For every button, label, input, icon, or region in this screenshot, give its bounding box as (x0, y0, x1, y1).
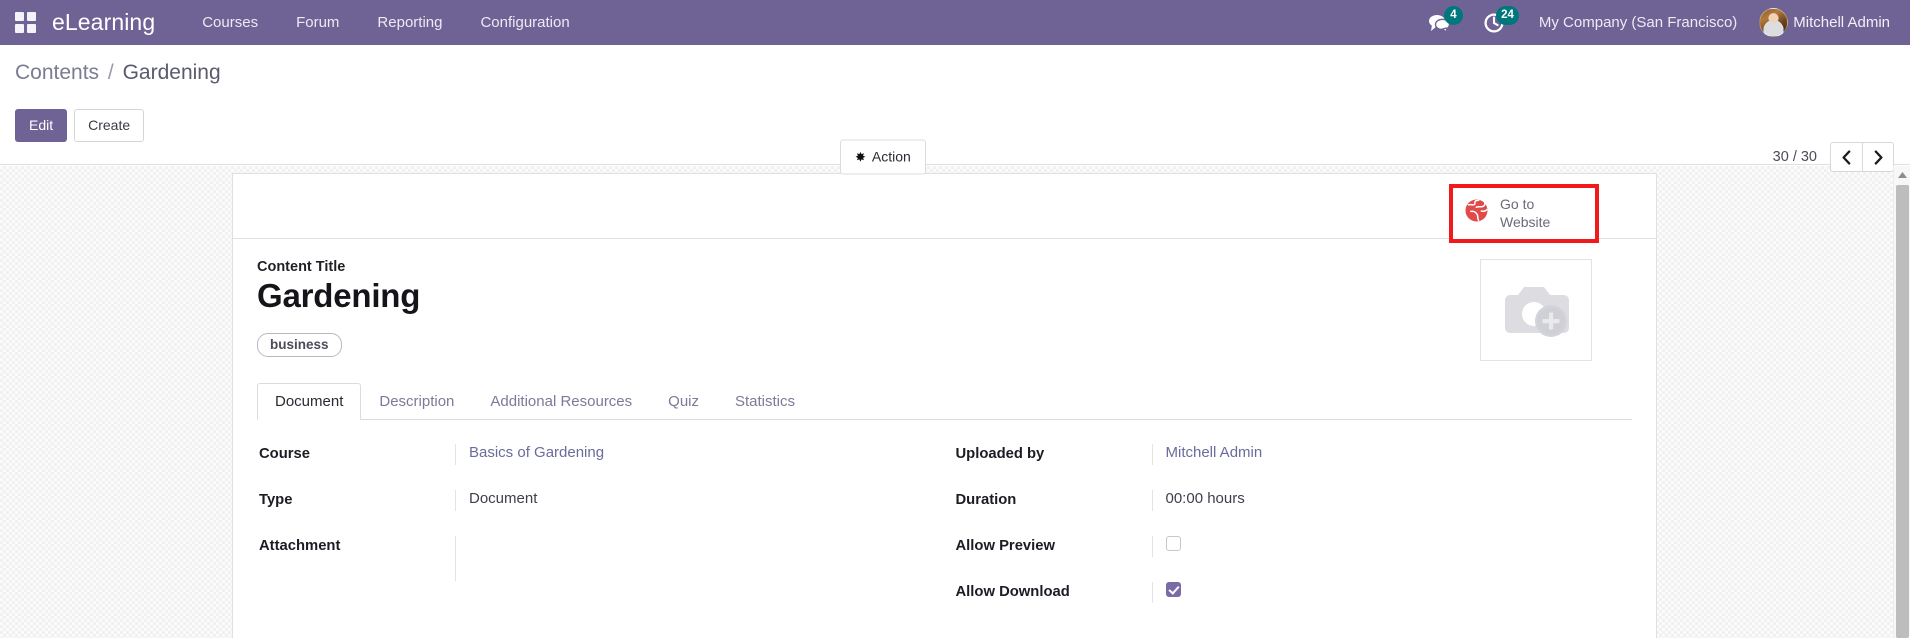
notebook-tabs: Document Description Additional Resource… (257, 383, 1632, 420)
field-allow-download-value (1151, 582, 1633, 603)
sheet-body: Content Title Gardening business Documen… (233, 239, 1656, 638)
navbar-right-tools: 4 24 My Company (San Francisco) Mitchell… (1411, 0, 1910, 45)
chevron-left-icon (1842, 149, 1851, 165)
field-allow-preview-label: Allow Preview (955, 538, 1056, 554)
document-tab-panel: Course Basics of Gardening Type Document… (257, 444, 1632, 628)
app-root: eLearning Courses Forum Reporting Config… (0, 0, 1910, 638)
menu-item-reporting[interactable]: Reporting (358, 0, 461, 45)
breadcrumb: Contents / Gardening (15, 61, 221, 85)
scroll-up-button[interactable] (1894, 166, 1910, 183)
chevron-right-icon (1874, 149, 1883, 165)
field-uploaded-by: Uploaded by Mitchell Admin (956, 444, 1633, 465)
page-title[interactable]: Gardening (257, 277, 1480, 315)
field-type-value[interactable]: Document (455, 490, 936, 511)
top-navbar: eLearning Courses Forum Reporting Config… (0, 0, 1910, 45)
apps-menu-button[interactable] (10, 0, 40, 45)
field-attachment-value[interactable] (455, 536, 936, 581)
breadcrumb-item-contents[interactable]: Contents (15, 61, 99, 84)
go-to-website-button[interactable]: Go to Website (1454, 189, 1594, 238)
action-button-label: Action (871, 148, 911, 165)
app-brand-elearning[interactable]: eLearning (48, 9, 161, 36)
breadcrumb-separator: / (107, 61, 114, 84)
record-pager: 30 / 30 (1773, 142, 1894, 172)
create-button[interactable]: Create (74, 109, 145, 142)
action-menu-wrapper: ✸ Action (840, 139, 926, 175)
pager-previous-button[interactable] (1830, 142, 1862, 172)
control-panel: Contents / Gardening Edit Create ✸ Actio… (0, 45, 1910, 175)
menu-item-courses[interactable]: Courses (183, 0, 277, 45)
tab-statistics[interactable]: Statistics (717, 383, 813, 420)
field-allow-preview: Allow Preview (956, 536, 1633, 557)
tab-description[interactable]: Description (361, 383, 472, 420)
field-attachment-label: Attachment (259, 538, 341, 554)
form-column-left: Course Basics of Gardening Type Document… (259, 444, 936, 628)
field-allow-preview-value (1151, 536, 1633, 557)
user-menu[interactable]: Mitchell Admin (1753, 0, 1898, 45)
breadcrumb-item-current: Gardening (122, 61, 221, 84)
menu-item-configuration[interactable]: Configuration (461, 0, 588, 45)
go-to-website-line1: Go to (1500, 196, 1535, 212)
main-menu: Courses Forum Reporting Configuration (183, 0, 588, 45)
field-allow-download-label: Allow Download (955, 584, 1070, 600)
field-type: Type Document (259, 490, 936, 511)
tags-row: business (257, 332, 1480, 357)
apps-grid-icon (14, 12, 36, 33)
field-course-value[interactable]: Basics of Gardening (455, 444, 936, 465)
go-to-website-label: Go to Website (1500, 195, 1550, 232)
stat-button-box: Go to Website (233, 174, 1656, 243)
go-to-website-line2: Website (1500, 214, 1551, 231)
record-action-buttons: Edit Create (15, 109, 145, 142)
title-column: Content Title Gardening business (257, 259, 1480, 357)
field-attachment: Attachment (259, 536, 936, 581)
tab-quiz[interactable]: Quiz (650, 383, 717, 420)
tag-business[interactable]: business (257, 332, 342, 357)
notebook: Document Description Additional Resource… (257, 383, 1632, 628)
field-uploaded-by-value[interactable]: Mitchell Admin (1151, 444, 1633, 465)
allow-download-checkbox[interactable] (1165, 582, 1181, 597)
form-column-right: Uploaded by Mitchell Admin Duration 00:0… (956, 444, 1633, 628)
allow-preview-checkbox[interactable] (1165, 536, 1181, 551)
pager-buttons (1830, 142, 1894, 172)
edit-button[interactable]: Edit (15, 109, 68, 142)
tab-document[interactable]: Document (257, 383, 362, 420)
field-uploaded-by-label: Uploaded by (955, 446, 1045, 462)
gear-icon: ✸ (855, 149, 866, 164)
form-sheet: Go to Website Content Title Gardening bu… (232, 173, 1657, 638)
field-allow-download: Allow Download (956, 582, 1633, 603)
pager-count-label: 30 / 30 (1772, 149, 1817, 165)
field-duration-value[interactable]: 00:00 hours (1151, 490, 1633, 511)
title-row: Content Title Gardening business (257, 259, 1632, 361)
content-title-label: Content Title (257, 259, 346, 275)
tab-additional-resources[interactable]: Additional Resources (472, 383, 650, 420)
activities-button[interactable]: 24 (1467, 0, 1523, 45)
user-name-label: Mitchell Admin (1793, 14, 1890, 31)
scroll-up-arrow-icon (1897, 171, 1907, 178)
activities-badge-count: 24 (1496, 6, 1519, 25)
content-area: Go to Website Content Title Gardening bu… (0, 166, 1910, 638)
field-course-label: Course (259, 446, 310, 462)
field-duration-label: Duration (955, 492, 1017, 508)
company-switcher[interactable]: My Company (San Francisco) (1523, 0, 1753, 45)
highlight-annotation-box: Go to Website (1449, 184, 1599, 243)
field-duration: Duration 00:00 hours (956, 490, 1633, 511)
camera-add-photo-icon (1504, 287, 1569, 337)
globe-website-icon (1464, 198, 1489, 228)
field-type-label: Type (259, 492, 293, 508)
scrollbar-thumb[interactable] (1896, 185, 1909, 638)
go-to-website-wrapper: Go to Website (1449, 184, 1599, 243)
messages-badge-count: 4 (1443, 6, 1463, 25)
pager-next-button[interactable] (1862, 142, 1894, 172)
field-course: Course Basics of Gardening (259, 444, 936, 465)
action-button[interactable]: ✸ Action (840, 139, 926, 175)
image-upload-placeholder[interactable] (1480, 259, 1592, 361)
user-avatar (1759, 8, 1789, 37)
menu-item-forum[interactable]: Forum (277, 0, 358, 45)
messages-button[interactable]: 4 (1411, 0, 1467, 45)
vertical-scrollbar[interactable] (1893, 166, 1910, 638)
